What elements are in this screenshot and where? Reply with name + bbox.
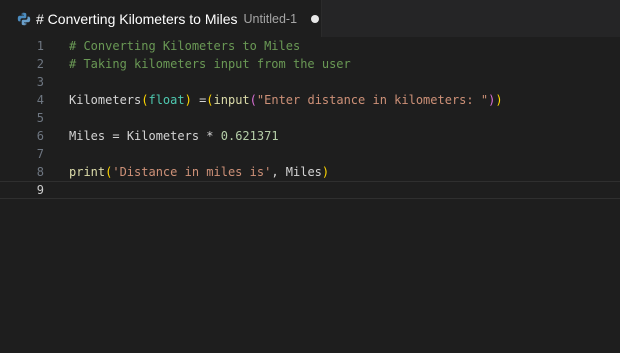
code-line[interactable]: 5	[0, 109, 620, 127]
code-token: =	[105, 129, 127, 143]
line-number: 3	[36, 75, 44, 89]
code-token: # Taking kilometers input from the user	[69, 57, 351, 71]
code-token: print	[69, 165, 106, 179]
code-token: *	[199, 129, 221, 143]
code-line[interactable]: 8 print('Distance in miles is', Miles)	[0, 163, 620, 181]
editor-window: # Converting Kilometers to Miles Untitle…	[0, 0, 620, 353]
line-code: # Taking kilometers input from the user	[69, 55, 351, 73]
line-number: 6	[36, 129, 44, 143]
code-line[interactable]: 9	[0, 181, 620, 199]
line-number: 8	[36, 165, 44, 179]
code-token: (	[206, 93, 214, 107]
line-number: 4	[36, 93, 44, 107]
code-token: )	[184, 93, 192, 107]
tab-untitled-1[interactable]: # Converting Kilometers to Miles Untitle…	[0, 0, 322, 37]
code-token: =	[191, 93, 207, 107]
code-token: )	[495, 93, 503, 107]
line-number: 1	[36, 39, 44, 53]
code-token: 0.621371	[220, 129, 279, 143]
line-code: Kilometers(float) =(input("Enter distanc…	[69, 91, 503, 109]
line-number: 2	[36, 57, 44, 71]
line-number: 9	[36, 183, 44, 197]
code-token: Miles	[285, 165, 322, 179]
code-token: Kilometers	[69, 93, 142, 107]
code-line[interactable]: 2 # Taking kilometers input from the user	[0, 55, 620, 73]
code-token: Miles	[69, 129, 106, 143]
code-token: (	[249, 93, 257, 107]
line-code: Miles = Kilometers * 0.621371	[69, 127, 279, 145]
line-code: # Converting Kilometers to Miles	[69, 37, 300, 55]
code-line[interactable]: 3	[0, 73, 620, 91]
tab-description: Untitled-1	[243, 11, 298, 26]
code-token: "Enter distance in kilometers: "	[256, 93, 489, 107]
code-token: float	[148, 93, 185, 107]
line-code: print('Distance in miles is', Miles)	[69, 163, 329, 181]
code-line[interactable]: 7	[0, 145, 620, 163]
code-line[interactable]: 1 # Converting Kilometers to Miles	[0, 37, 620, 55]
code-line[interactable]: 4 Kilometers(float) =(input("Enter distan…	[0, 91, 620, 109]
python-icon	[17, 12, 31, 26]
code-token: Kilometers	[126, 129, 200, 143]
unsaved-changes-icon[interactable]	[311, 14, 320, 23]
tab-bar: # Converting Kilometers to Miles Untitle…	[0, 0, 620, 38]
code-token: )	[321, 165, 330, 179]
code-token: ,	[271, 165, 286, 179]
code-line[interactable]: 6 Miles = Kilometers * 0.621371	[0, 127, 620, 145]
tab-title: # Converting Kilometers to Miles	[36, 10, 238, 27]
code-token: 'Distance in miles is'	[112, 165, 272, 179]
line-number: 5	[36, 111, 44, 125]
code-editor[interactable]: 1 # Converting Kilometers to Miles 2 # Taki…	[0, 37, 620, 353]
code-token: # Converting Kilometers to Miles	[69, 39, 301, 53]
code-token: input	[213, 93, 250, 107]
line-number: 7	[36, 147, 44, 161]
